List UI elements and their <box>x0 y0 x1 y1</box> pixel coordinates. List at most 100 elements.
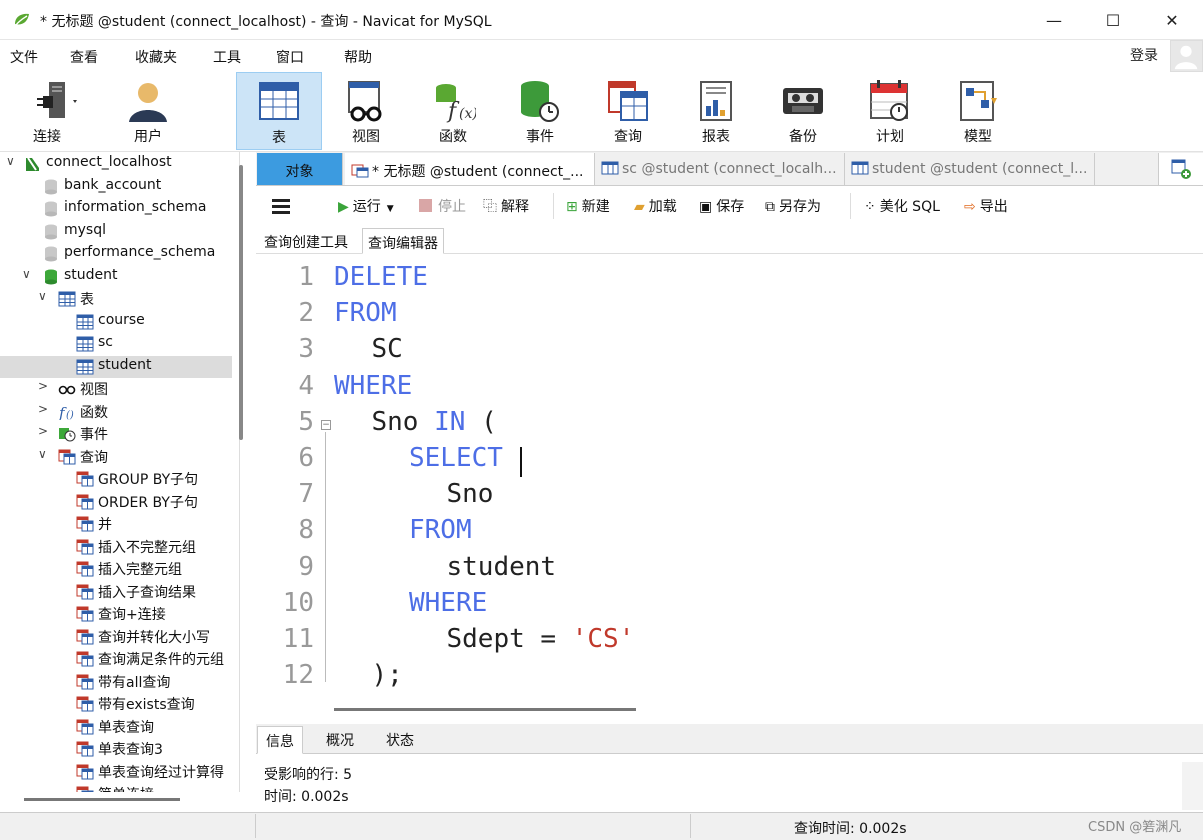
toolbar-view-button[interactable]: 视图 <box>326 72 406 150</box>
new-tab-button[interactable] <box>1158 153 1203 185</box>
tree-item[interactable]: bank_account <box>0 176 232 198</box>
toolbar-schedule-button[interactable]: 计划 <box>850 72 930 150</box>
menu-favorites[interactable]: 收藏夹 <box>135 47 177 67</box>
toolbar-connect-button[interactable]: 连接 <box>13 72 93 150</box>
toolbar-query-button[interactable]: 查询 <box>588 72 668 150</box>
save-button[interactable]: ▣ 保存 <box>699 196 744 216</box>
tree-vertical-scrollbar[interactable] <box>239 165 243 440</box>
tree-item[interactable]: 带有all查询 <box>0 671 232 693</box>
tree-item[interactable]: mysql <box>0 221 232 243</box>
tree-item[interactable]: ∨ student <box>0 266 232 288</box>
info-scrollbar[interactable] <box>1182 762 1203 810</box>
tree-item[interactable]: 插入子查询结果 <box>0 581 232 603</box>
tree-item[interactable]: GROUP BY子句 <box>0 468 232 490</box>
tree-item-label: 事件 <box>80 427 108 443</box>
tree-item-label: course <box>98 311 145 328</box>
tab-sc-table[interactable]: sc @student (connect_localh... <box>595 153 845 185</box>
tree-item[interactable]: > 视图 <box>0 378 232 400</box>
menu-file[interactable]: 文件 <box>10 47 38 67</box>
tab-untitled-query[interactable]: * 无标题 @student (connect_... <box>345 153 595 185</box>
tab-status[interactable]: 状态 <box>378 726 422 754</box>
tree-item[interactable]: 单表查询3 <box>0 738 232 760</box>
tree-item[interactable]: 单表查询 <box>0 716 232 738</box>
tree-item-label: student <box>64 266 118 283</box>
chevron-right-icon[interactable]: > <box>38 402 48 416</box>
tree-item[interactable]: 单表查询经过计算得 <box>0 761 232 783</box>
tree-item[interactable]: performance_schema <box>0 243 232 265</box>
new-button[interactable]: ⊞ 新建 <box>566 196 610 216</box>
chevron-down-icon[interactable]: ∨ <box>38 289 47 303</box>
toolbar-report-button[interactable]: 报表 <box>676 72 756 150</box>
tab-query-builder[interactable]: 查询创建工具 <box>259 228 353 254</box>
tree-item[interactable]: information_schema <box>0 198 232 220</box>
database-icon <box>42 201 60 217</box>
tree-item[interactable]: ∨ connect_localhost <box>0 153 232 175</box>
tree-item-label: 带有all查询 <box>98 674 171 691</box>
chevron-down-icon[interactable]: ∨ <box>22 267 31 281</box>
beautify-sql-button[interactable]: ⁘ 美化 SQL <box>864 196 940 216</box>
avatar[interactable] <box>1170 40 1203 72</box>
export-button[interactable]: ⇨ 导出 <box>964 196 1008 216</box>
tab-query-editor[interactable]: 查询编辑器 <box>362 228 444 254</box>
tree-item[interactable]: > 事件 <box>0 423 232 445</box>
export-label: 导出 <box>979 199 1008 215</box>
tab-objects[interactable]: 对象 <box>257 153 343 185</box>
fold-toggle[interactable]: − <box>321 420 331 430</box>
login-link[interactable]: 登录 <box>1130 45 1158 65</box>
close-button[interactable]: ✕ <box>1144 0 1200 40</box>
chevron-down-icon[interactable]: ∨ <box>38 447 47 461</box>
query-icon <box>76 651 94 667</box>
toolbar-function-button[interactable]: f (x) 函数 <box>413 72 493 150</box>
chevron-right-icon[interactable]: > <box>38 379 48 393</box>
explain-button[interactable]: ⿻解释 <box>483 196 529 216</box>
maximize-button[interactable]: ☐ <box>1085 0 1141 40</box>
sql-editor[interactable] <box>256 254 1203 700</box>
tree-item[interactable]: sc <box>0 333 232 355</box>
editor-horizontal-scrollbar[interactable] <box>334 708 636 711</box>
menu-help[interactable]: 帮助 <box>344 47 372 67</box>
tree-item[interactable]: 插入不完整元组 <box>0 536 232 558</box>
menu-window[interactable]: 窗口 <box>276 47 304 67</box>
tree-item[interactable]: ∨ 查询 <box>0 446 232 468</box>
query-icon <box>76 719 94 735</box>
chevron-down-icon[interactable]: ∨ <box>6 154 15 168</box>
tree-item[interactable]: 简单连接 <box>0 783 232 792</box>
save-as-button[interactable]: ⧉ 另存为 <box>765 196 821 216</box>
toolbar-model-button[interactable]: 模型 <box>938 72 1018 150</box>
tree-item[interactable]: 带有exists查询 <box>0 693 232 715</box>
menu-tools[interactable]: 工具 <box>213 47 241 67</box>
tab-profile[interactable]: 概况 <box>318 726 362 754</box>
tree-item[interactable]: student <box>0 355 232 378</box>
tree-item[interactable]: 查询并转化大小写 <box>0 626 232 648</box>
tree-item[interactable]: 查询+连接 <box>0 603 232 625</box>
tree-item[interactable]: ∨ 表 <box>0 288 232 310</box>
tree-item[interactable]: ORDER BY子句 <box>0 491 232 513</box>
query-icon <box>76 629 94 645</box>
minimize-button[interactable]: — <box>1026 0 1082 40</box>
tree-item-label: 插入子查询结果 <box>98 584 196 601</box>
tree-item[interactable]: > f() 函数 <box>0 401 232 423</box>
tree-horizontal-scrollbar[interactable] <box>24 798 180 801</box>
explain-icon: ⿻ <box>483 199 497 215</box>
report-icon <box>700 81 732 121</box>
hamburger-menu-button[interactable] <box>272 198 290 214</box>
toolbar-backup-button[interactable]: 备份 <box>763 72 843 150</box>
toolbar-table-button[interactable]: 表 <box>236 72 322 150</box>
tree-item[interactable]: 查询满足条件的元组 <box>0 648 232 670</box>
tree-item-label: 并 <box>98 517 112 533</box>
tab-info[interactable]: 信息 <box>257 726 303 754</box>
stop-button[interactable]: 停止 <box>419 196 466 216</box>
tree-item[interactable]: course <box>0 311 232 333</box>
toolbar-event-button[interactable]: 事件 <box>500 72 580 150</box>
load-button[interactable]: ▰ 加载 <box>634 196 677 216</box>
tree-item[interactable]: 并 <box>0 513 232 535</box>
tree-item-label: 表 <box>80 292 94 308</box>
run-button[interactable]: ▶ 运行 ▼ <box>338 196 394 216</box>
toolbar-user-button[interactable]: 用户 <box>108 72 188 150</box>
tab-student-table[interactable]: student @student (connect_l... <box>845 153 1095 185</box>
tree-item[interactable]: 插入完整元组 <box>0 558 232 580</box>
query-icon <box>76 471 94 487</box>
chevron-right-icon[interactable]: > <box>38 424 48 438</box>
backup-icon <box>783 88 823 114</box>
menu-view[interactable]: 查看 <box>70 47 98 67</box>
